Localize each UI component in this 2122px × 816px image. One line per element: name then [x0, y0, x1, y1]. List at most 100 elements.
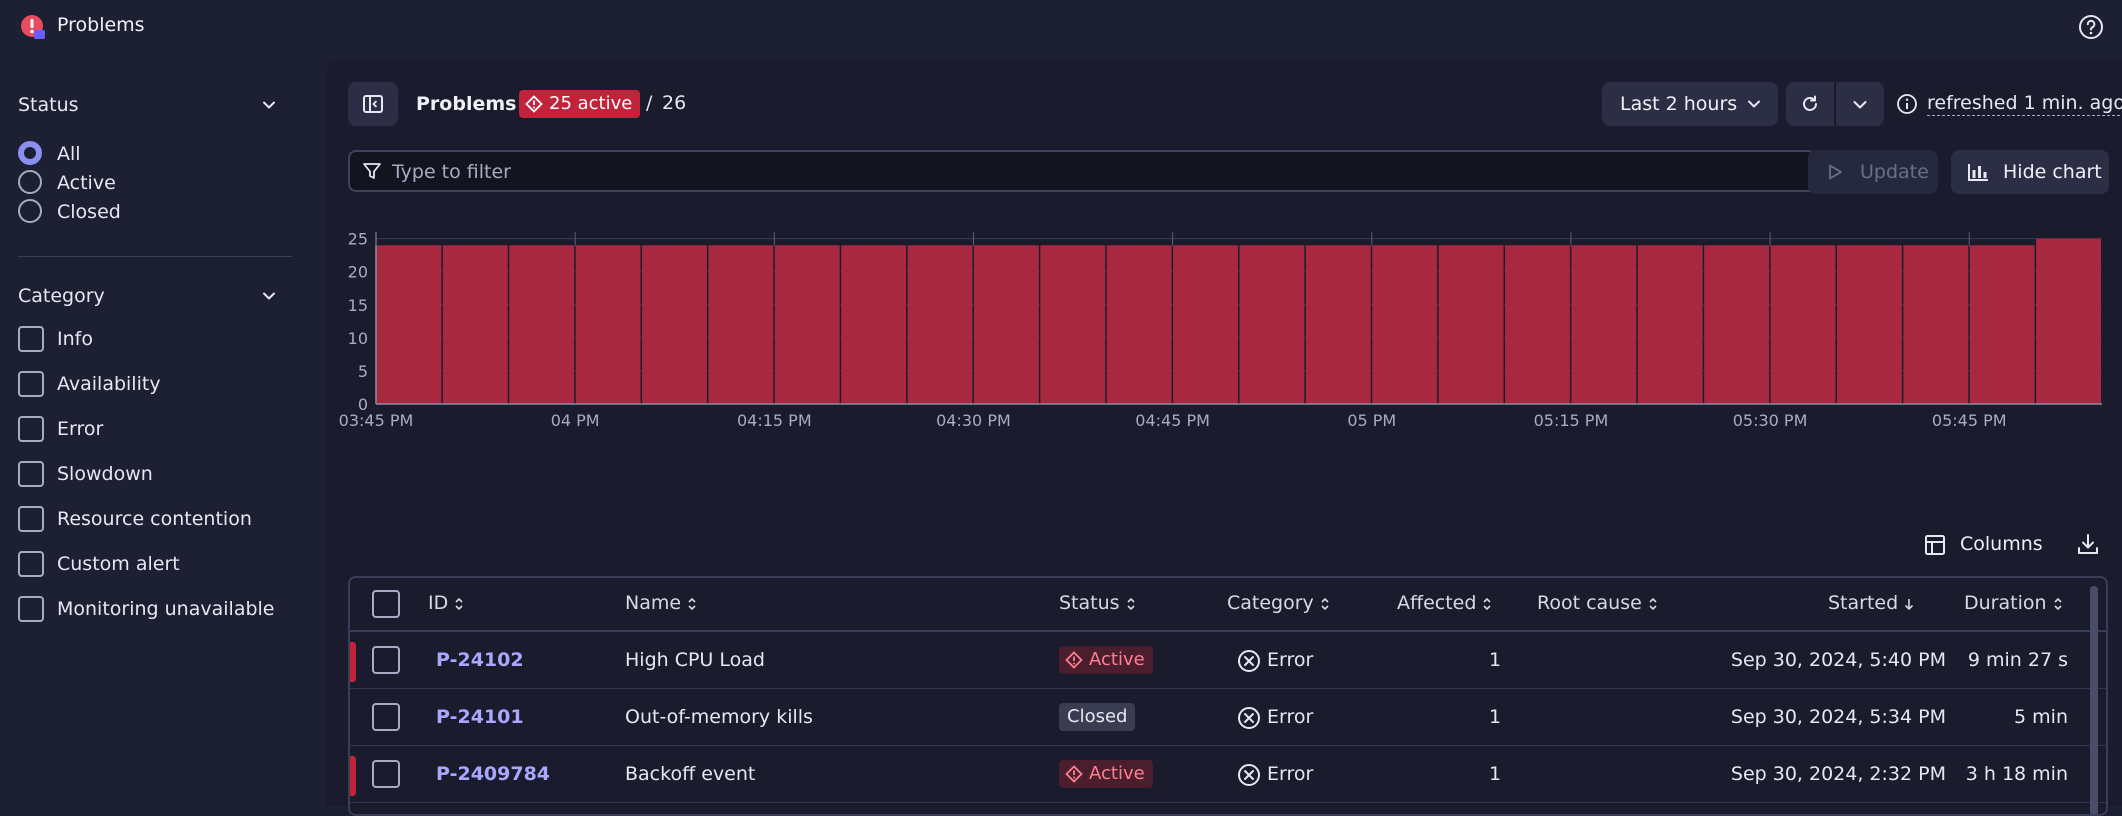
table-scrollbar[interactable]	[2090, 586, 2098, 814]
chevron-down-icon	[1853, 101, 1867, 109]
active-diamond-icon	[1065, 765, 1083, 783]
category-option-slowdown[interactable]: Slowdown	[18, 459, 288, 489]
columns-label: Columns	[1960, 533, 2043, 555]
error-icon	[1238, 707, 1260, 729]
help-icon[interactable]	[2078, 14, 2104, 40]
column-header-id[interactable]: ID	[428, 592, 464, 614]
checkbox[interactable]	[18, 416, 44, 442]
column-header-status[interactable]: Status	[1059, 592, 1136, 614]
column-header-started[interactable]: Started	[1828, 592, 1914, 614]
problem-id-link[interactable]: P-24101	[436, 706, 524, 728]
sort-icon	[1483, 597, 1492, 610]
chart-bar	[575, 245, 641, 404]
filter-icon	[363, 163, 381, 179]
column-header-name[interactable]: Name	[625, 592, 697, 614]
table-row[interactable]: P-24102 High CPU Load Active Error 1 Sep…	[350, 632, 2106, 689]
table-row[interactable]: P-2409784 Backoff event Active Error 1 S…	[350, 746, 2106, 803]
checkbox[interactable]	[18, 596, 44, 622]
chart-bar	[1173, 245, 1238, 404]
select-all-checkbox[interactable]	[372, 590, 400, 618]
column-header-duration[interactable]: Duration	[1964, 592, 2063, 614]
checkbox[interactable]	[18, 551, 44, 577]
row-checkbox[interactable]	[372, 646, 400, 674]
sort-icon	[688, 597, 696, 610]
chart-bar	[1372, 245, 1438, 404]
column-header-affected[interactable]: Affected	[1397, 592, 1492, 614]
category-option-monitoring-unavailable[interactable]: Monitoring unavailable	[18, 594, 288, 624]
checkbox[interactable]	[18, 461, 44, 487]
category-option-label: Info	[57, 328, 93, 350]
chart-bar	[1704, 245, 1770, 404]
sort-icon	[2053, 597, 2062, 610]
problem-name: High CPU Load	[625, 649, 765, 671]
problem-id-link[interactable]: P-2409784	[436, 763, 550, 785]
row-checkbox[interactable]	[372, 703, 400, 731]
affected-count: 1	[1489, 649, 1502, 671]
chart-bar	[642, 245, 707, 404]
duration: 3 h 18 min	[1965, 763, 2068, 785]
category-option-label: Availability	[57, 373, 161, 395]
filter-field[interactable]	[348, 150, 1816, 192]
update-button[interactable]: Update	[1808, 150, 1938, 194]
radio-button[interactable]	[18, 141, 42, 165]
category-option-resource-contention[interactable]: Resource contention	[18, 504, 288, 534]
problems-table: ID Name Status Category Affected Root ca…	[348, 576, 2108, 816]
sort-icon	[1321, 597, 1329, 610]
count-separator: /	[646, 92, 653, 114]
status-section-title: Status	[18, 94, 79, 116]
category-option-label: Custom alert	[57, 553, 180, 575]
checkbox[interactable]	[18, 371, 44, 397]
bar-chart-icon	[1968, 164, 1988, 181]
y-tick-label: 5	[358, 362, 368, 381]
filter-input[interactable]	[390, 158, 1794, 186]
x-tick-label: 04:15 PM	[737, 411, 812, 430]
category-option-error[interactable]: Error	[18, 414, 288, 444]
category-text: Error	[1267, 649, 1314, 671]
top-bar: Problems	[0, 0, 2122, 54]
table-row[interactable]: P-24101 Out-of-memory kills Closed Error…	[350, 689, 2106, 746]
refresh-button[interactable]	[1786, 82, 1834, 126]
toggle-sidebar-button[interactable]	[348, 82, 398, 126]
page-title: Problems	[416, 93, 517, 115]
refresh-options-button[interactable]	[1836, 82, 1884, 126]
checkbox[interactable]	[18, 506, 44, 532]
radio-button[interactable]	[18, 199, 42, 223]
chart-bar	[708, 245, 774, 404]
category-option-info[interactable]: Info	[18, 324, 288, 354]
columns-icon	[1925, 535, 1945, 555]
status-option-all[interactable]: All	[18, 139, 288, 169]
column-title: Duration	[1964, 592, 2047, 614]
last-refreshed-text[interactable]: refreshed 1 min. ago	[1927, 92, 2122, 116]
sidebar-toggle-icon	[363, 95, 383, 113]
info-icon[interactable]	[1896, 93, 1918, 115]
chart-bar	[1239, 245, 1305, 404]
download-icon[interactable]	[2076, 532, 2100, 556]
y-tick-label: 20	[348, 263, 368, 282]
y-tick-label: 10	[348, 329, 368, 348]
column-header-category[interactable]: Category	[1227, 592, 1330, 614]
chevron-down-icon[interactable]	[260, 287, 278, 305]
hide-chart-button[interactable]: Hide chart	[1951, 150, 2109, 194]
y-tick-label: 15	[348, 296, 368, 315]
category-option-label: Error	[57, 418, 104, 440]
column-title: Root cause	[1537, 592, 1642, 614]
status-option-closed[interactable]: Closed	[18, 197, 288, 227]
radio-button[interactable]	[18, 170, 42, 194]
category-option-custom-alert[interactable]: Custom alert	[18, 549, 288, 579]
status-section-header[interactable]: Status	[18, 90, 278, 120]
x-tick-label: 03:45 PM	[339, 411, 414, 430]
column-header-root-cause[interactable]: Root cause	[1537, 592, 1658, 614]
timeframe-selector[interactable]: Last 2 hours	[1602, 82, 1778, 126]
checkbox[interactable]	[18, 326, 44, 352]
status-option-active[interactable]: Active	[18, 168, 288, 198]
total-count: 26	[662, 92, 687, 114]
category-section-header[interactable]: Category	[18, 281, 278, 311]
problem-id-link[interactable]: P-24102	[436, 649, 524, 671]
x-tick-label: 05:15 PM	[1534, 411, 1609, 430]
row-checkbox[interactable]	[372, 760, 400, 788]
status-option-label: Closed	[57, 201, 121, 223]
status-badge: Closed	[1059, 703, 1136, 731]
chevron-down-icon[interactable]	[260, 96, 278, 114]
chart-bar	[1106, 245, 1172, 404]
category-option-availability[interactable]: Availability	[18, 369, 288, 399]
